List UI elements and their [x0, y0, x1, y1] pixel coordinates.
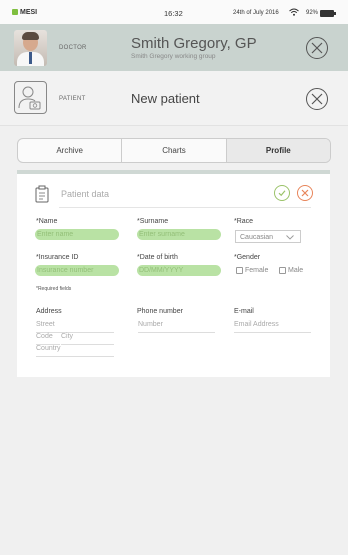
surname-label: *Surname: [137, 218, 169, 225]
close-doctor-button[interactable]: [306, 37, 328, 59]
tab-charts[interactable]: Charts: [122, 139, 227, 162]
battery-icon: [320, 10, 336, 17]
city-input[interactable]: City: [61, 333, 114, 345]
insurance-label: *Insurance ID: [36, 254, 79, 261]
tab-profile[interactable]: Profile: [226, 139, 330, 162]
close-patient-button[interactable]: [306, 88, 328, 110]
close-icon: [311, 93, 323, 105]
battery-percent: 92%: [306, 10, 319, 16]
surname-input[interactable]: Enter surname: [137, 229, 221, 240]
name-label: *Name: [36, 218, 58, 225]
male-label: Male: [288, 267, 304, 274]
race-label: *Race: [234, 218, 254, 225]
street-input[interactable]: Street: [36, 321, 114, 333]
name-input[interactable]: Enter name: [35, 229, 119, 240]
patient-bar: PATIENT New patient: [0, 71, 348, 126]
dob-input[interactable]: DD/MM/YYYY: [137, 265, 221, 276]
doctor-group: Smith Gregory working group: [131, 53, 216, 60]
required-note: *Required fields: [36, 286, 72, 292]
doctor-role-label: DOCTOR: [59, 45, 87, 51]
patient-data-card: Patient data *Name Enter name *Surname E…: [17, 170, 330, 377]
cancel-button[interactable]: [297, 185, 313, 201]
carrier-label: MESI: [20, 9, 38, 16]
status-bar: MESI 16:32 24th of July 2016 92%: [0, 0, 348, 24]
close-icon: [311, 42, 323, 54]
phone-label: Phone number: [137, 308, 183, 315]
clock: 16:32: [164, 9, 183, 18]
section-title: Patient data: [61, 189, 110, 199]
tab-bar: Archive Charts Profile: [17, 138, 331, 163]
close-icon: [301, 189, 309, 197]
date: 24th of July 2016: [233, 10, 279, 16]
signal-icon: [12, 9, 18, 15]
email-label: E-mail: [234, 308, 254, 315]
insurance-input[interactable]: Insurance number: [35, 265, 119, 276]
chevron-down-icon: [286, 235, 294, 240]
wifi-icon: [289, 8, 299, 16]
patient-title: New patient: [131, 91, 200, 106]
save-button[interactable]: [274, 185, 290, 201]
patient-icon: [14, 81, 47, 114]
email-input[interactable]: Email Address: [234, 321, 311, 333]
check-icon: [278, 190, 286, 197]
tab-archive[interactable]: Archive: [18, 139, 123, 162]
female-checkbox[interactable]: [236, 267, 243, 274]
code-input[interactable]: Code: [36, 333, 60, 345]
patient-role-label: PATIENT: [59, 96, 86, 102]
gender-label: *Gender: [234, 254, 261, 261]
female-label: Female: [245, 267, 269, 274]
address-label: Address: [36, 308, 62, 315]
clipboard-icon: [35, 185, 49, 203]
doctor-bar: DOCTOR Smith Gregory, GP Smith Gregory w…: [0, 24, 348, 71]
doctor-avatar: [14, 30, 47, 66]
race-select[interactable]: Caucasian: [235, 230, 301, 243]
carrier: MESI: [12, 9, 37, 16]
divider: [59, 207, 311, 208]
male-checkbox[interactable]: [279, 267, 286, 274]
phone-input[interactable]: Number: [138, 321, 215, 333]
dob-label: *Date of birth: [137, 254, 178, 261]
country-input[interactable]: Country: [36, 345, 114, 357]
race-value: Caucasian: [240, 234, 274, 241]
doctor-name: Smith Gregory, GP: [131, 35, 257, 52]
